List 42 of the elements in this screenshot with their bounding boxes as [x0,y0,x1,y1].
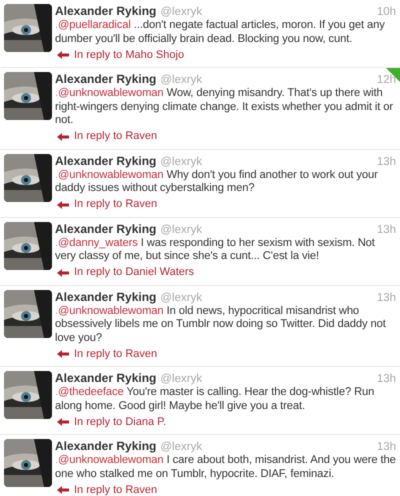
user-name[interactable]: Alexander Ryking [55,290,156,304]
tweet-text: .@unknowablewoman Why don't you find another to work out your daddy issues without cyberstalking men? [55,168,379,196]
user-handle: @lexryk [160,290,202,304]
user-name[interactable]: Alexander Ryking [55,439,156,453]
tweet-text: .@puellaradical ...don't negate factual articles, moron. If you get any dumber you'll be officially brain dead. Blocking you now, cunt. [55,19,386,46]
in-reply-to-link[interactable]: In reply to Diana P. [55,416,166,428]
mention-link[interactable]: @thedeeface [58,386,124,398]
in-reply-to-link[interactable]: In reply to Raven [55,130,158,143]
user-handle: @lexryk [160,222,202,236]
user-handle: @lexryk [160,372,202,386]
tweet-text: .@thedeeface You're master is calling. Hear the dog-whistle? Run along home. Good girl! Maybe he'll give you a treat. [55,386,376,413]
mention-link[interactable]: @unknowablewoman [58,454,164,466]
tweet-text: .@unknowablewoman I care about both, misandrist. And you were the one who stalked me on Tumblr, hypocrite. DIAF, feminazi. [55,454,396,481]
in-reply-to-link[interactable]: In reply to Raven [55,348,158,360]
user-handle: @lexryk [160,73,202,87]
in-reply-to-link[interactable]: In reply to Daniel Waters [55,266,194,279]
tweet-text: .@danny_waters I was responding to her sexism with sexism. Not very classy of me, but since she's a cunt... C'est la vie! [55,236,376,264]
mention-link[interactable]: @unknowablewoman [58,87,164,99]
mention-link[interactable]: @danny_waters [58,236,138,248]
mention-link[interactable]: @puellaradical [58,19,131,31]
user-name[interactable]: Alexander Ryking [55,72,156,86]
reply-arrow-icon [57,200,69,208]
user-name[interactable]: Alexander Ryking [55,4,156,18]
user-handle: @lexryk [160,154,202,168]
user-handle: @lexryk [160,440,202,454]
in-reply-to-link[interactable]: In reply to Maho Shojo [55,48,184,62]
reply-arrow-icon [57,268,69,276]
user-name[interactable]: Alexander Ryking [55,222,156,236]
user-handle: @lexryk [160,5,202,19]
mention-link[interactable]: @unknowablewoman [58,304,164,316]
reply-arrow-icon [57,486,69,494]
in-reply-to-link[interactable]: In reply to Raven [55,198,158,211]
mention-link[interactable]: @unknowablewoman [58,168,164,180]
user-name[interactable]: Alexander Ryking [55,154,156,168]
reply-arrow-icon [57,350,69,358]
reply-arrow-icon [57,51,69,59]
in-reply-to-link[interactable]: In reply to Raven [55,484,158,496]
tweet-text: .@unknowablewoman Wow, denying misandry. That's up there with right-wingers denying climate change. It exists whether you admit it or not. [55,87,394,128]
tweet-text: .@unknowablewoman In old news, hypocritical misandrist who obsessively libels me on Tumblr now doing so Twitter. Did daddy not love you? [55,304,387,345]
reply-arrow-icon [57,132,69,140]
user-name[interactable]: Alexander Ryking [55,371,156,385]
reply-arrow-icon [57,418,69,426]
